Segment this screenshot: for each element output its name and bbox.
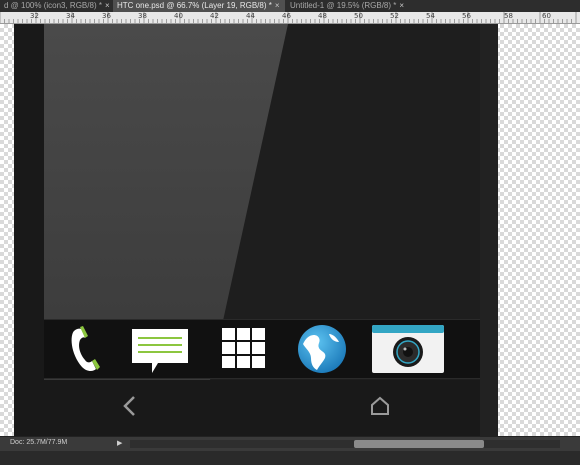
camera-icon[interactable]: [372, 325, 444, 373]
status-bar: Doc: 25.7M/77.9M ▶: [0, 436, 580, 451]
ruler-label: 42: [210, 12, 219, 20]
tab-label: d @ 100% (icon3, RGB/8) *: [4, 1, 102, 10]
phone-body: [14, 24, 498, 436]
ruler-label: 52: [390, 12, 399, 20]
canvas-area[interactable]: [0, 24, 580, 436]
doc-size-label[interactable]: Doc: 25.7M/77.9M: [10, 439, 67, 446]
ruler-label: 40: [174, 12, 183, 20]
ruler-label: 50: [354, 12, 363, 20]
tab-icon-doc[interactable]: d @ 100% (icon3, RGB/8) * ×: [0, 0, 113, 12]
messages-icon[interactable]: [130, 327, 190, 375]
apps-grid-icon[interactable]: [222, 328, 266, 368]
horizontal-scroll-track[interactable]: [130, 440, 560, 448]
ruler-label: 32: [30, 12, 39, 20]
home-icon[interactable]: [370, 396, 390, 416]
ruler-label: 38: [138, 12, 147, 20]
tab-close-icon[interactable]: ×: [275, 1, 280, 10]
phone-edge: [480, 24, 498, 436]
horizontal-ruler[interactable]: 32 34 36 38 40 42 44 46 48 50 52 54 56 5…: [0, 12, 580, 24]
tab-label: HTC one.psd @ 66.7% (Layer 19, RGB/8) *: [117, 1, 272, 10]
ruler-label: 48: [318, 12, 327, 20]
horizontal-scrollbar-thumb[interactable]: [354, 440, 484, 448]
ruler-label: 36: [102, 12, 111, 20]
ruler-label: 34: [66, 12, 75, 20]
ruler-label: 58: [504, 12, 513, 20]
app-dock: [44, 319, 480, 379]
tab-htc-one[interactable]: HTC one.psd @ 66.7% (Layer 19, RGB/8) * ×: [113, 0, 285, 12]
ruler-label: 54: [426, 12, 435, 20]
status-menu-arrow-icon[interactable]: ▶: [117, 439, 122, 447]
ruler-label: 60: [542, 12, 551, 20]
ruler-label: 56: [462, 12, 471, 20]
tab-close-icon[interactable]: ×: [399, 1, 404, 10]
globe-icon[interactable]: [297, 324, 347, 374]
phone-icon[interactable]: [66, 325, 106, 375]
ruler-label: 46: [282, 12, 291, 20]
ruler-label: 44: [246, 12, 255, 20]
panel-strip: [0, 451, 580, 465]
tab-label: Untitled-1 @ 19.5% (RGB/8) *: [290, 1, 397, 10]
chevron-left-icon[interactable]: [120, 394, 138, 418]
tab-untitled-1[interactable]: Untitled-1 @ 19.5% (RGB/8) * ×: [286, 0, 416, 12]
tab-close-icon[interactable]: ×: [105, 1, 110, 10]
